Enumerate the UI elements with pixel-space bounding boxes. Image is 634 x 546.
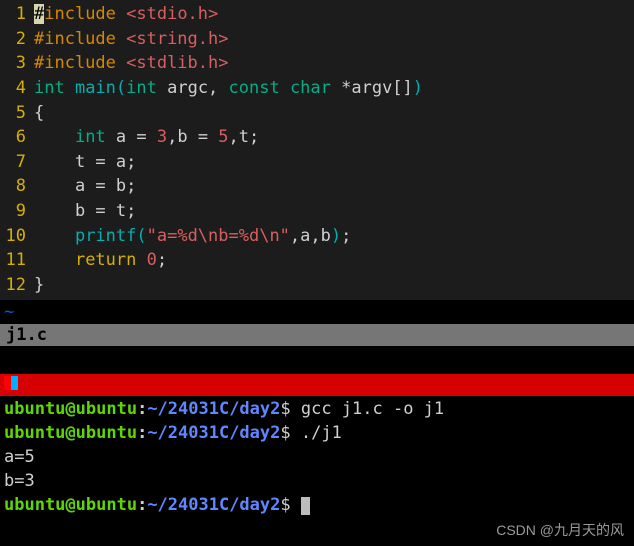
line-number: 1 — [0, 2, 34, 27]
code-content: #include <string.h> — [34, 27, 228, 52]
code-editor[interactable]: 1#include <stdio.h>2#include <string.h>3… — [0, 0, 634, 300]
vim-tilde: ~ — [0, 300, 634, 325]
code-line: 2#include <string.h> — [0, 27, 634, 52]
vim-statusbar: j1.c — [0, 324, 634, 346]
line-number: 8 — [0, 174, 34, 199]
terminal-line: ubuntu@ubuntu:~/24031C/day2$ — [4, 494, 630, 518]
terminal[interactable]: ubuntu@ubuntu:~/24031C/day2$ gcc j1.c -o… — [0, 396, 634, 519]
tmux-statusbar — [0, 374, 634, 396]
code-line: 9 b = t; — [0, 199, 634, 224]
terminal-line: ubuntu@ubuntu:~/24031C/day2$ gcc j1.c -o… — [4, 398, 630, 422]
code-content: printf("a=%d\nb=%d\n",a,b); — [34, 224, 351, 249]
code-line: 8 a = b; — [0, 174, 634, 199]
line-number: 7 — [0, 150, 34, 175]
line-number: 10 — [0, 224, 34, 249]
line-number: 11 — [0, 248, 34, 273]
pane-indicator-icon — [4, 376, 18, 390]
line-number: 6 — [0, 125, 34, 150]
code-content: #include <stdio.h> — [34, 2, 218, 27]
code-line: 12} — [0, 273, 634, 298]
code-line: 11 return 0; — [0, 248, 634, 273]
code-line: 3#include <stdlib.h> — [0, 51, 634, 76]
terminal-output: b=3 — [4, 470, 630, 494]
code-content: int main(int argc, const char *argv[]) — [34, 76, 423, 101]
code-content: { — [34, 101, 44, 126]
code-content: a = b; — [34, 174, 136, 199]
code-content: } — [34, 273, 44, 298]
code-content: #include <stdlib.h> — [34, 51, 228, 76]
code-content: b = t; — [34, 199, 136, 224]
terminal-cursor — [301, 497, 310, 515]
code-line: 4int main(int argc, const char *argv[]) — [0, 76, 634, 101]
code-content: t = a; — [34, 150, 136, 175]
code-line: 5{ — [0, 101, 634, 126]
code-content: int a = 3,b = 5,t; — [34, 125, 259, 150]
line-number: 2 — [0, 27, 34, 52]
watermark: CSDN @九月天的风 — [496, 520, 624, 540]
line-number: 4 — [0, 76, 34, 101]
line-number: 9 — [0, 199, 34, 224]
terminal-line: ubuntu@ubuntu:~/24031C/day2$ ./j1 — [4, 422, 630, 446]
code-line: 1#include <stdio.h> — [0, 2, 634, 27]
line-number: 5 — [0, 101, 34, 126]
code-line: 6 int a = 3,b = 5,t; — [0, 125, 634, 150]
code-line: 7 t = a; — [0, 150, 634, 175]
line-number: 12 — [0, 273, 34, 298]
terminal-output: a=5 — [4, 446, 630, 470]
line-number: 3 — [0, 51, 34, 76]
code-line: 10 printf("a=%d\nb=%d\n",a,b); — [0, 224, 634, 249]
separator — [0, 346, 634, 374]
code-content: return 0; — [34, 248, 167, 273]
